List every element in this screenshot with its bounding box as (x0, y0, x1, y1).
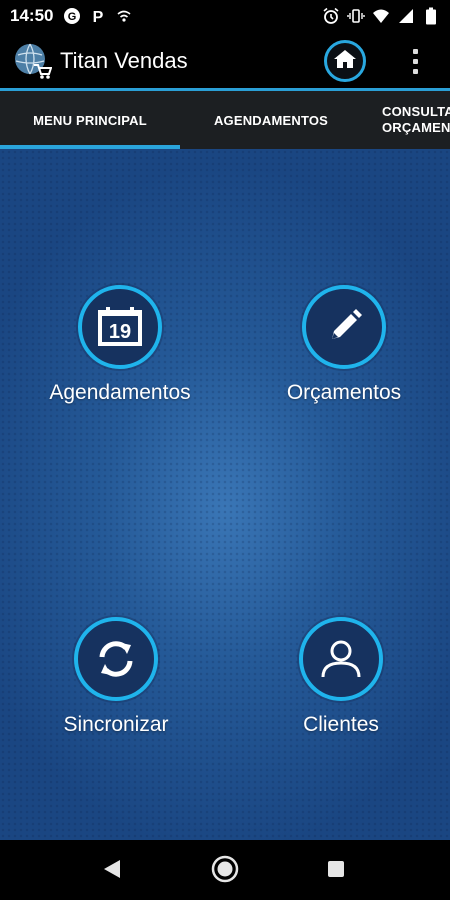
notification-circle-icon: G (63, 7, 81, 25)
vibrate-icon (347, 7, 365, 25)
wifi-signal-icon (115, 7, 133, 25)
alarm-icon (322, 7, 340, 25)
app-bar: Titan Vendas (0, 32, 450, 90)
menu-label-sincronizar: Sincronizar (63, 713, 169, 736)
menu-clientes[interactable]: Clientes (241, 617, 441, 737)
sync-icon (74, 617, 158, 701)
recents-icon[interactable] (327, 860, 345, 878)
svg-text:G: G (68, 11, 77, 23)
tab-bar: MENU PRINCIPAL AGENDAMENTOS CONSULTA ORÇA… (0, 91, 450, 149)
system-nav-bar (0, 840, 450, 900)
menu-sincronizar[interactable]: Sincronizar (16, 617, 216, 737)
tab-label: MENU PRINCIPAL (33, 112, 147, 128)
wifi-icon (372, 7, 390, 25)
status-bar: 14:50 G P (0, 0, 450, 32)
menu-agendamentos[interactable]: 19 Agendamentos (20, 285, 220, 405)
cell-signal-icon (397, 7, 415, 25)
app-title: Titan Vendas (60, 48, 188, 73)
tab-label: CONSULTAORÇAMENTOS (382, 104, 450, 135)
calendar-icon: 19 (78, 285, 162, 369)
back-icon[interactable] (100, 857, 124, 881)
menu-label-clientes: Clientes (303, 713, 379, 736)
battery-icon (422, 7, 440, 25)
more-vert-icon[interactable] (400, 40, 430, 82)
menu-label-orcamentos: Orçamentos (286, 381, 402, 404)
tab-label: AGENDAMENTOS (213, 112, 329, 128)
globe-cart-icon (12, 41, 53, 81)
menu-orcamentos[interactable]: Orçamentos (244, 285, 444, 405)
calendar-day: 19 (109, 321, 131, 343)
tab-agendamentos[interactable]: AGENDAMENTOS (180, 91, 362, 149)
home-circle-icon[interactable] (210, 854, 240, 884)
home-icon (333, 48, 357, 75)
person-icon (299, 617, 383, 701)
status-time: 14:50 (10, 6, 54, 25)
tab-consulta-orcamentos[interactable]: CONSULTAORÇAMENTOS (362, 91, 450, 149)
home-button[interactable] (324, 40, 366, 82)
tab-menu-principal[interactable]: MENU PRINCIPAL (0, 91, 180, 149)
parking-icon: P (89, 7, 107, 25)
svg-text:P: P (93, 9, 104, 25)
pencil-icon (302, 285, 386, 369)
menu-label-agendamentos: Agendamentos (49, 381, 191, 404)
main-menu: 19 Agendamentos Orçamentos Sincronizar C… (0, 149, 450, 840)
